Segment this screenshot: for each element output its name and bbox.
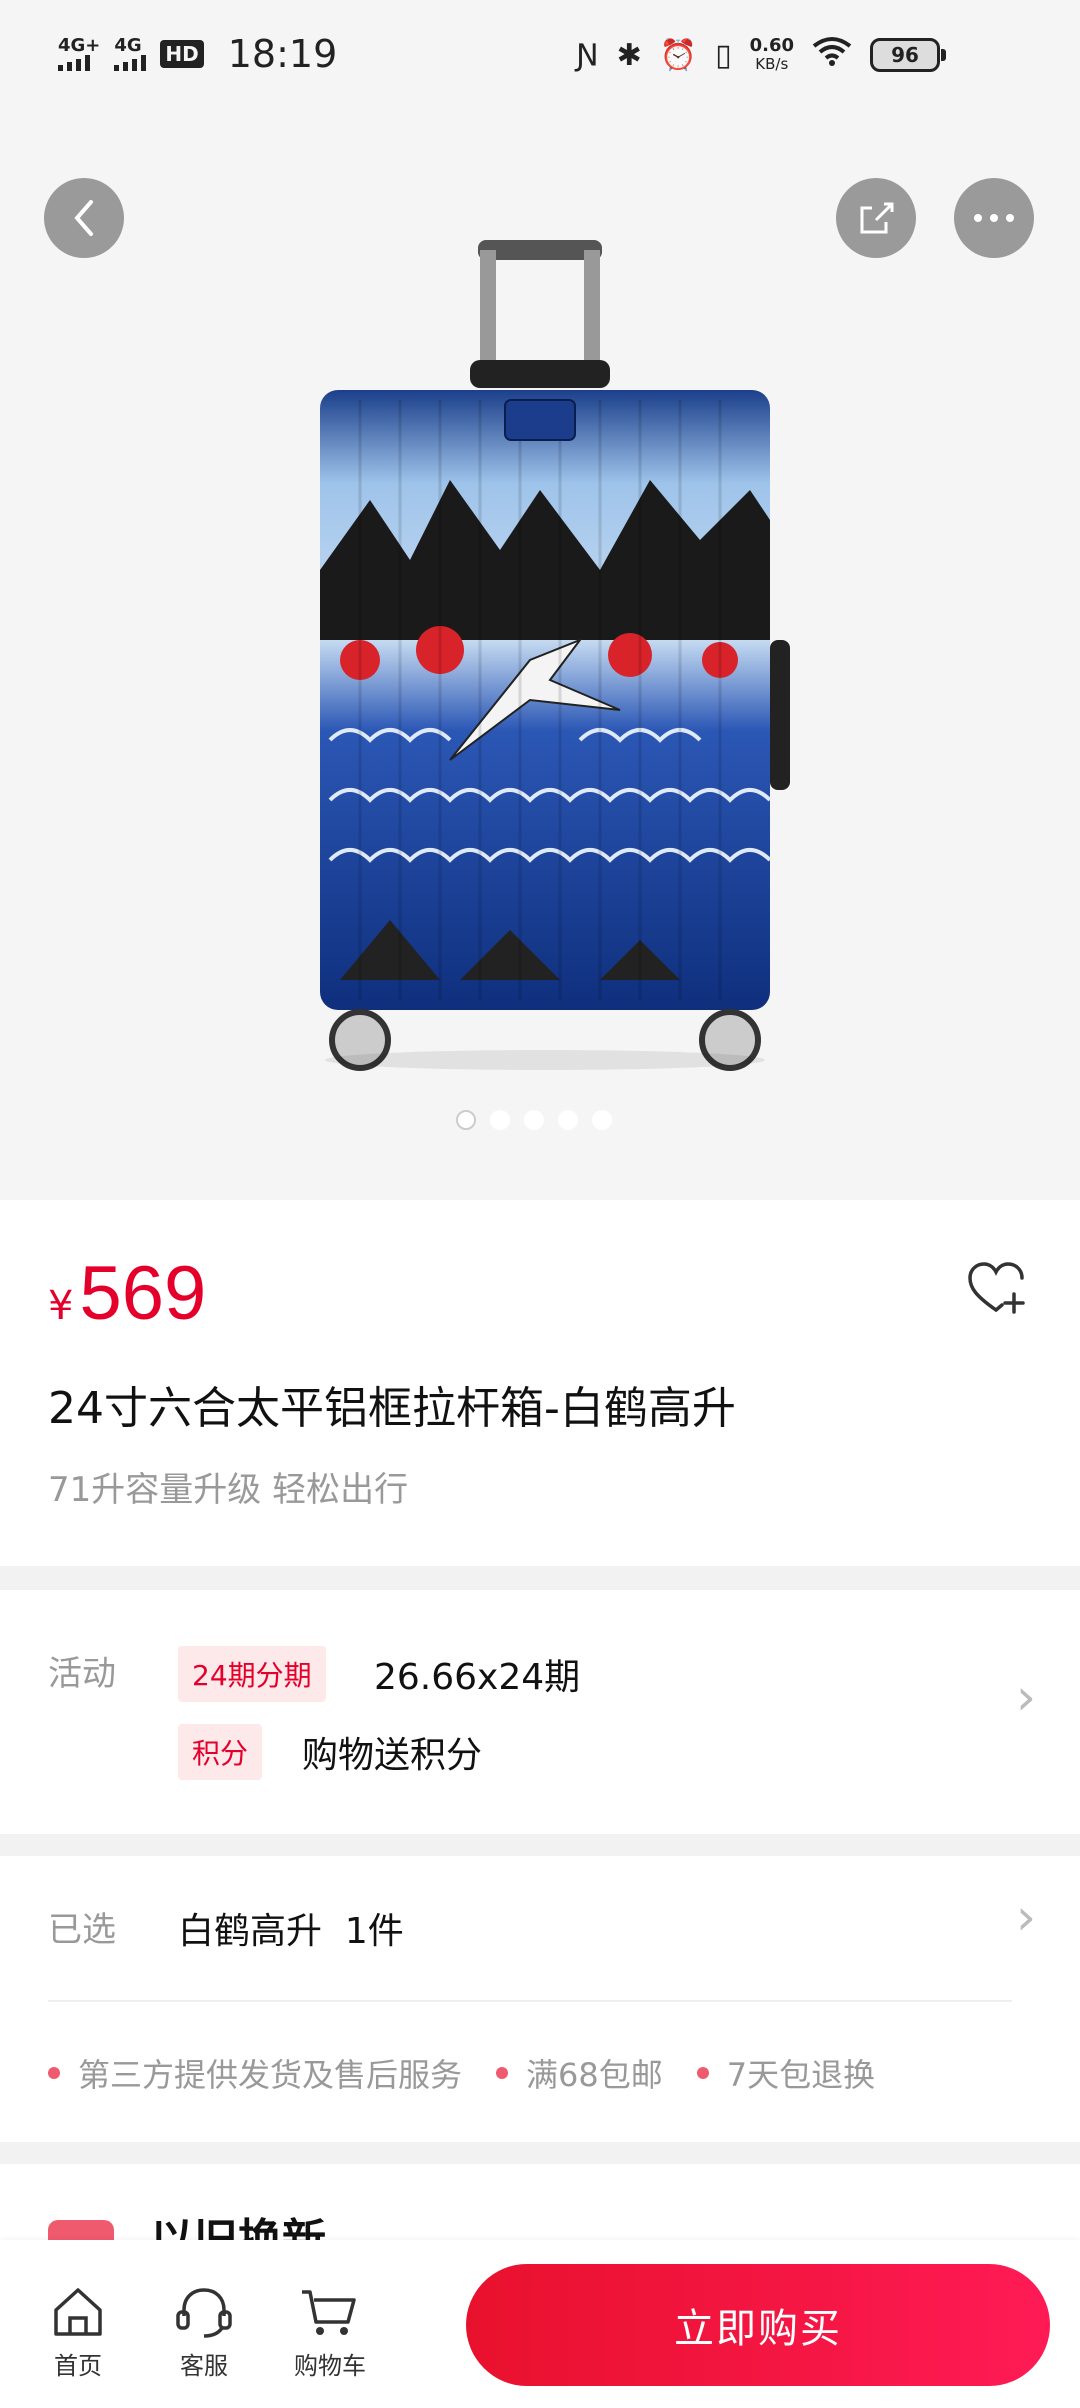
product-image-carousel[interactable] bbox=[0, 120, 1080, 1200]
signal-bars-icon bbox=[58, 55, 100, 71]
hd-badge: HD bbox=[160, 40, 204, 68]
home-icon bbox=[54, 2288, 102, 2336]
more-button[interactable] bbox=[954, 178, 1034, 258]
price: ¥ 569 bbox=[48, 1250, 206, 1337]
product-title: 24寸六合太平铝框拉杆箱-白鹤高升 bbox=[48, 1383, 736, 1434]
price-currency: ¥ bbox=[48, 1283, 74, 1329]
service-item: 满68包邮 bbox=[496, 2050, 663, 2096]
more-icon bbox=[974, 214, 1014, 222]
nav-cart-button[interactable]: 购物车 bbox=[280, 2286, 380, 2381]
bullet-dot bbox=[496, 2067, 509, 2079]
bluetooth-icon: ✱ bbox=[616, 37, 642, 73]
bottom-action-bar: 首页 客服 购物车 立即购买 bbox=[0, 2240, 1080, 2408]
battery-icon: 96 bbox=[870, 38, 946, 72]
selection-value: 白鹤高升 1件 bbox=[178, 1911, 404, 1952]
buy-now-button[interactable]: 立即购买 bbox=[466, 2264, 1050, 2386]
net-speed-value: 0.60 bbox=[749, 35, 794, 56]
bullet-dot bbox=[696, 2067, 709, 2079]
carousel-dot bbox=[592, 1110, 612, 1130]
promo-text-installment: 26.66x24期 bbox=[374, 1657, 581, 1698]
nav-home-label: 首页 bbox=[54, 2352, 102, 2380]
service-text: 7天包退换 bbox=[726, 2056, 876, 2094]
divider bbox=[48, 2000, 1012, 2002]
network-type-1: 4G+ bbox=[58, 35, 101, 56]
suitcase-image bbox=[320, 240, 790, 1071]
status-time: 18:19 bbox=[227, 32, 338, 76]
vibrate-icon: ▯ bbox=[715, 37, 732, 73]
promo-text-points: 购物送积分 bbox=[302, 1735, 483, 1776]
signal-1: 4G+ bbox=[58, 37, 100, 71]
product-info-card: ¥ 569 24寸六合太平铝框拉杆箱-白鹤高升 71升容量升级 轻松出行 bbox=[0, 1200, 1080, 1566]
back-icon bbox=[74, 200, 93, 236]
nfc-icon: Ɲ bbox=[576, 37, 599, 73]
carousel-dot bbox=[490, 1110, 510, 1130]
cart-icon bbox=[302, 2290, 356, 2335]
promotions-label: 活动 bbox=[48, 1654, 116, 1694]
bullet-dot bbox=[48, 2067, 60, 2079]
nav-service-label: 客服 bbox=[180, 2352, 228, 2380]
favorite-button[interactable] bbox=[966, 1260, 1028, 1320]
carousel-dot bbox=[456, 1110, 476, 1130]
service-text: 第三方提供发货及售后服务 bbox=[78, 2056, 463, 2094]
service-item: 第三方提供发货及售后服务 bbox=[48, 2050, 462, 2096]
favorite-add-icon bbox=[968, 1262, 1025, 1314]
nav-service-button[interactable]: 客服 bbox=[154, 2286, 254, 2381]
carousel-indicator bbox=[456, 1110, 612, 1130]
signal-2: 4G bbox=[114, 35, 147, 71]
selection-label: 已选 bbox=[48, 1910, 116, 1950]
net-speed: 0.60 KB/s bbox=[749, 35, 794, 74]
wifi-icon bbox=[812, 36, 852, 74]
chevron-right-icon: › bbox=[1016, 1888, 1036, 1946]
battery-level: 96 bbox=[891, 43, 919, 67]
carousel-dot bbox=[558, 1110, 578, 1130]
share-button[interactable] bbox=[836, 178, 916, 258]
service-item: 7天包退换 bbox=[696, 2050, 876, 2096]
promo-tag-installment: 24期分期 bbox=[178, 1646, 326, 1702]
headset-icon bbox=[176, 2288, 232, 2338]
net-speed-unit: KB/s bbox=[755, 55, 789, 73]
selection-row[interactable]: 已选 白鹤高升 1件 › 第三方提供发货及售后服务 满68包邮 7天包退换 bbox=[0, 1856, 1080, 2142]
product-subtitle: 71升容量升级 轻松出行 bbox=[48, 1470, 409, 1510]
service-list: 第三方提供发货及售后服务 满68包邮 7天包退换 bbox=[48, 2050, 909, 2096]
price-value: 569 bbox=[79, 1251, 207, 1336]
alarm-icon: ⏰ bbox=[659, 37, 698, 73]
carousel-dot bbox=[524, 1110, 544, 1130]
share-icon bbox=[860, 202, 894, 234]
service-text: 满68包邮 bbox=[526, 2056, 663, 2094]
back-button[interactable] bbox=[44, 178, 124, 258]
network-type-2: 4G bbox=[114, 35, 142, 56]
nav-home-button[interactable]: 首页 bbox=[28, 2286, 128, 2381]
promo-tag-points: 积分 bbox=[178, 1724, 263, 1780]
status-bar: 4G+ 4G HD 18:19 Ɲ ✱ ⏰ ▯ 0.60 KB/s 96 bbox=[0, 0, 1080, 120]
nav-cart-label: 购物车 bbox=[294, 2352, 366, 2380]
signal-bars-icon bbox=[114, 55, 147, 71]
promotions-row[interactable]: 活动 24期分期 26.66x24期 积分 购物送积分 › bbox=[0, 1590, 1080, 1834]
chevron-right-icon: › bbox=[1016, 1668, 1036, 1726]
